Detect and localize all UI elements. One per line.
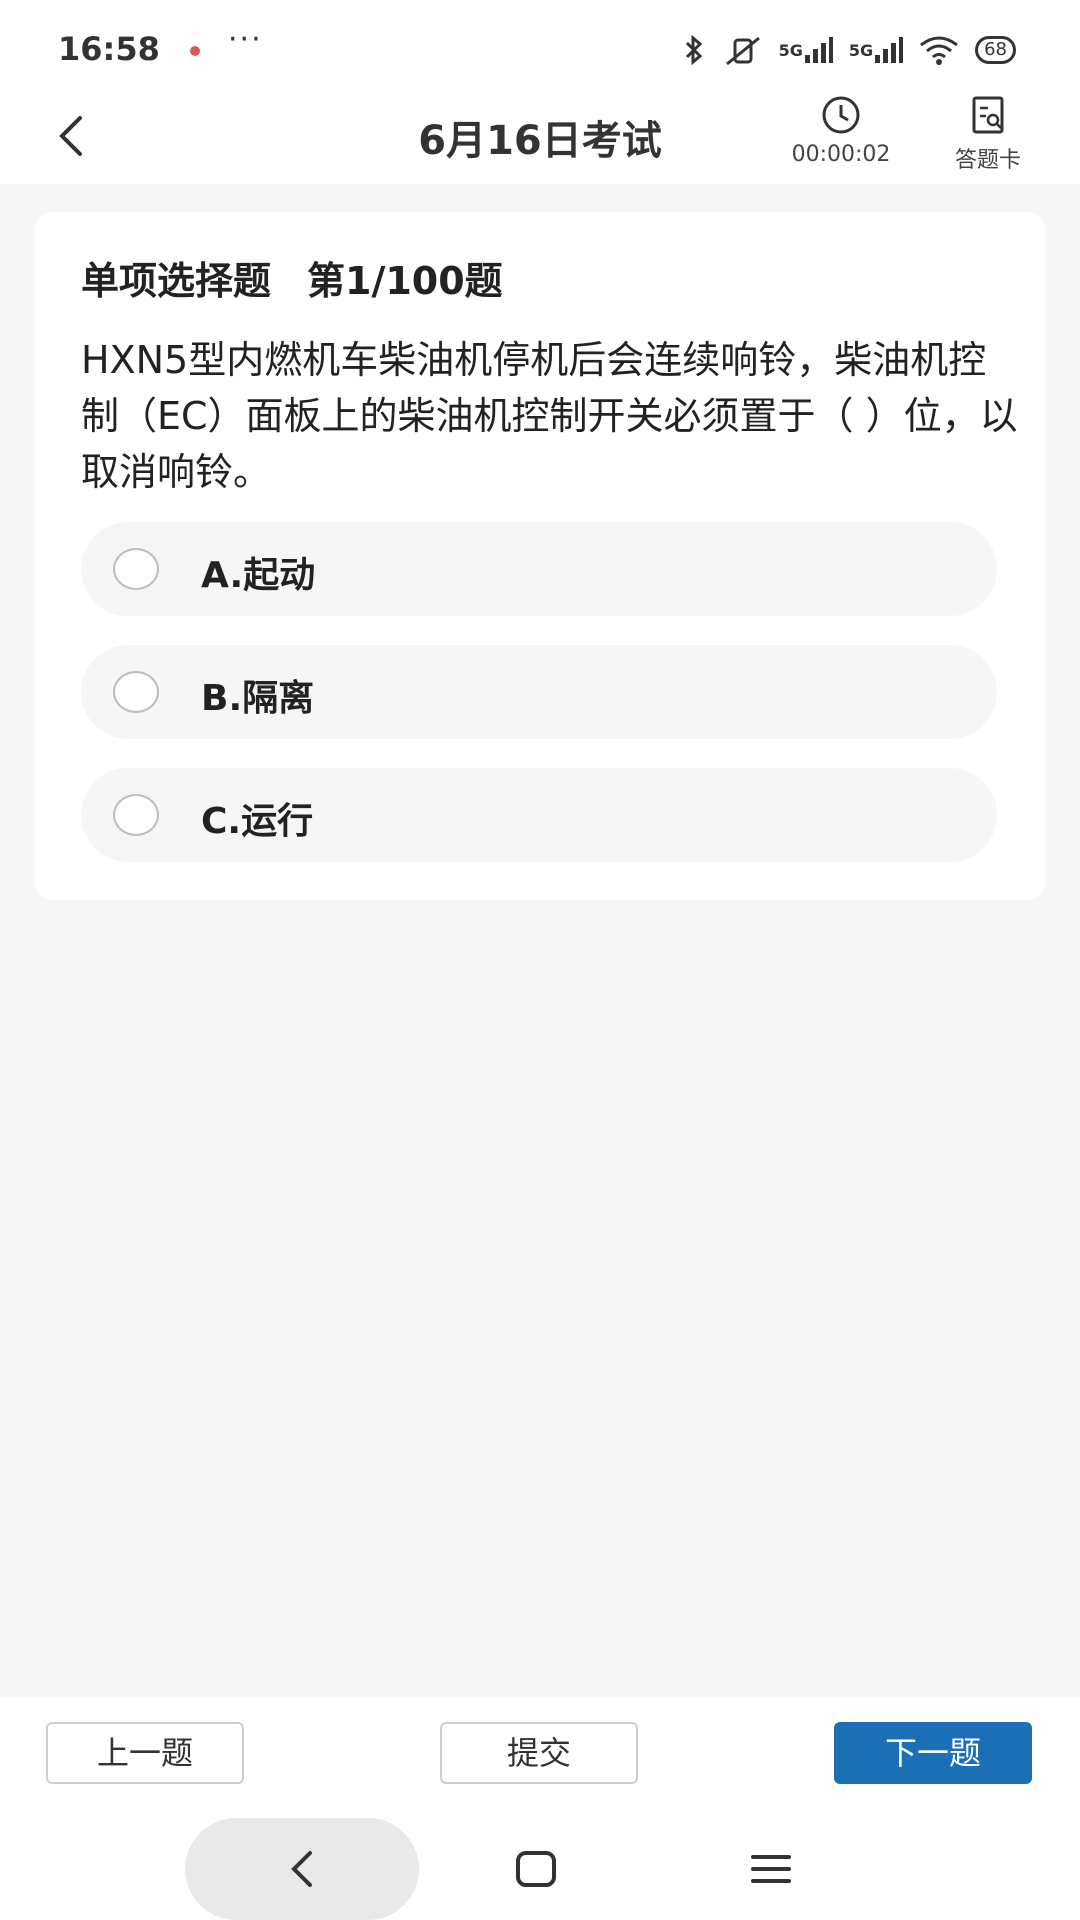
nav-menu-button[interactable] bbox=[746, 1844, 796, 1894]
prev-question-button[interactable]: 上一题 bbox=[46, 1722, 244, 1784]
question-text: HXN5型内燃机车柴油机停机后会连续响铃，柴油机控制（EC）面板上的柴油机控制开… bbox=[81, 338, 1018, 494]
timer-value: 00:00:02 bbox=[791, 142, 891, 167]
radio-icon[interactable] bbox=[113, 794, 159, 836]
question-type: 单项选择题 bbox=[81, 259, 272, 303]
option-label: B.隔离 bbox=[201, 678, 315, 719]
option-label: A.起动 bbox=[201, 555, 316, 596]
status-icons: 5G 5G 68 bbox=[681, 32, 1016, 68]
answer-card-icon bbox=[972, 96, 1004, 134]
answer-card-button[interactable]: 答题卡 bbox=[940, 94, 1036, 174]
clock-icon bbox=[822, 96, 860, 134]
nav-home-button[interactable] bbox=[512, 1846, 560, 1892]
recording-dot-icon bbox=[190, 46, 200, 56]
submit-button[interactable]: 提交 bbox=[440, 1722, 638, 1784]
option-label: C.运行 bbox=[201, 801, 314, 842]
radio-icon[interactable] bbox=[113, 548, 159, 590]
status-bar: 16:58 ··· 5G 5G 68 bbox=[0, 0, 1080, 100]
bluetooth-icon bbox=[681, 34, 707, 66]
system-nav-bar bbox=[0, 1817, 1080, 1920]
signal-icon: 5G bbox=[779, 37, 833, 63]
question-header: 单项选择题 第1/100题 bbox=[81, 250, 503, 305]
nav-menu-icon bbox=[751, 1855, 791, 1883]
app-header: 6月16日考试 00:00:02 答题卡 bbox=[0, 96, 1080, 184]
status-time: 16:58 bbox=[58, 30, 160, 68]
page-title: 6月16日考试 bbox=[418, 118, 662, 164]
network-5g-2: 5G bbox=[848, 40, 874, 60]
next-question-button[interactable]: 下一题 bbox=[834, 1722, 1032, 1784]
nav-back-button[interactable] bbox=[185, 1818, 419, 1920]
nav-back-icon bbox=[291, 1851, 312, 1887]
wifi-icon bbox=[919, 35, 959, 65]
signal-icon-2: 5G bbox=[848, 37, 904, 63]
mute-vibrate-icon bbox=[723, 34, 763, 66]
option-c[interactable]: C.运行 bbox=[81, 768, 997, 862]
option-a[interactable]: A.起动 bbox=[81, 522, 997, 616]
question-number: 第1/100题 bbox=[307, 259, 503, 303]
answer-card-label: 答题卡 bbox=[954, 148, 1021, 173]
question-card: 单项选择题 第1/100题 HXN5型内燃机车柴油机停机后会连续响铃，柴油机控制（… bbox=[35, 212, 1045, 900]
status-more-icon: ··· bbox=[228, 22, 263, 57]
nav-home-icon bbox=[516, 1851, 556, 1887]
battery-icon: 68 bbox=[975, 36, 1016, 64]
bottom-action-bar: 上一题 提交 下一题 bbox=[0, 1697, 1080, 1817]
network-5g-1: 5G bbox=[778, 40, 803, 60]
radio-icon[interactable] bbox=[113, 671, 159, 713]
option-b[interactable]: B.隔离 bbox=[81, 645, 997, 739]
exam-timer: 00:00:02 bbox=[778, 94, 904, 167]
